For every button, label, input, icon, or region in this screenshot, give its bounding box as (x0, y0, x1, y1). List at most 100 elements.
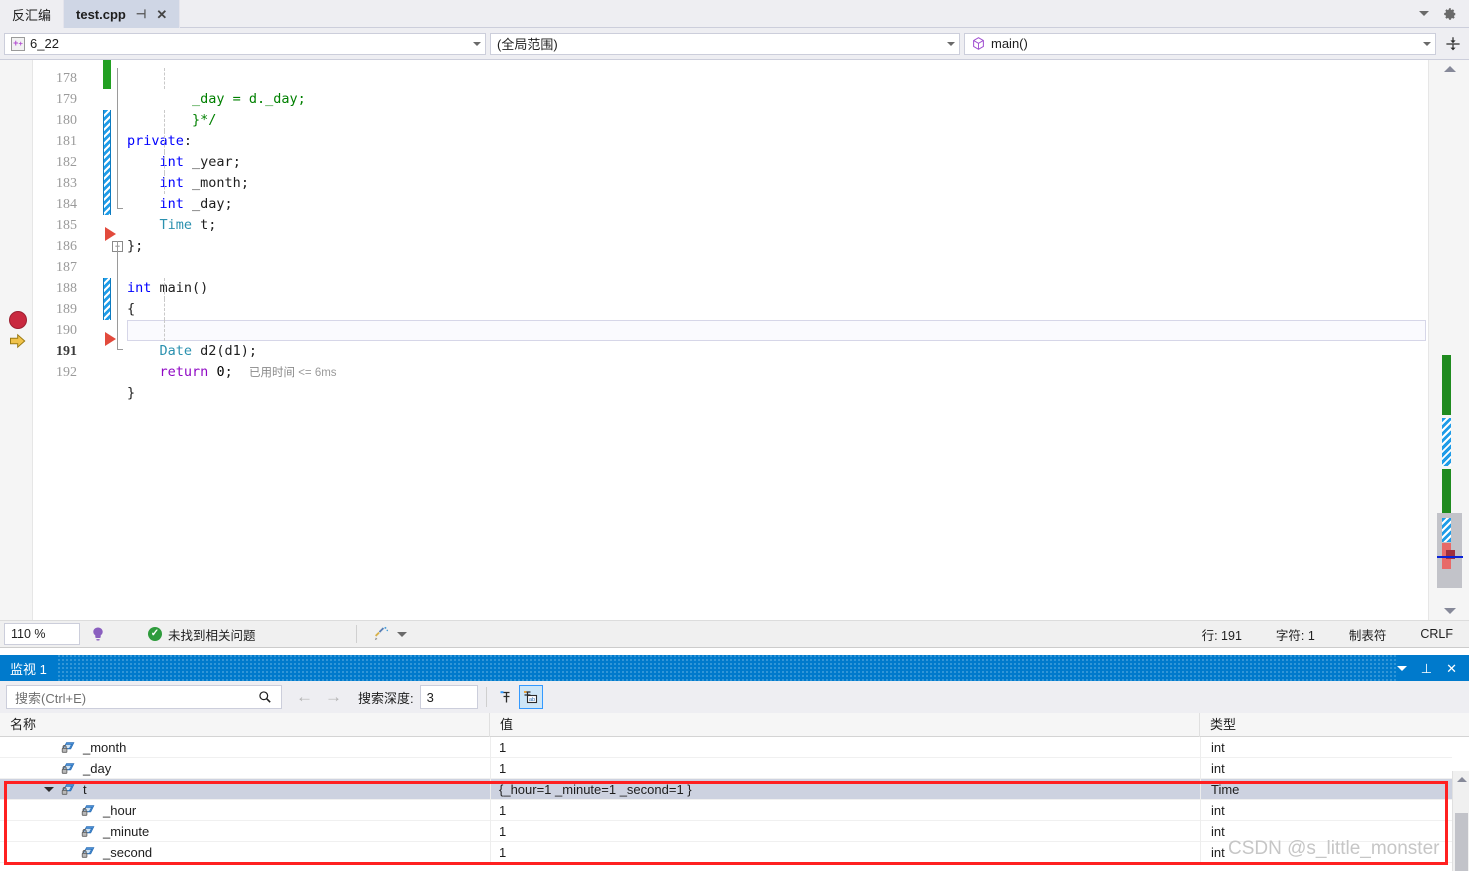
code-line[interactable]: 181 int _year; (33, 110, 1428, 170)
scope-selector-value: (全局范围) (497, 37, 558, 52)
issues-status[interactable]: ✓ 未找到相关问题 (148, 625, 256, 644)
code-line[interactable]: 188 { (33, 257, 1428, 317)
watch-vertical-scrollbar[interactable] (1452, 771, 1469, 871)
search-depth-label: 搜索深度: (358, 690, 414, 706)
table-row[interactable]: _day 1 int (0, 758, 1452, 779)
row-name-label: _minute (103, 824, 150, 839)
run-to-cursor-icon[interactable] (105, 332, 116, 346)
tab-disassembly[interactable]: 反汇编 (0, 0, 65, 28)
scrollbar-thumb[interactable] (1455, 813, 1468, 871)
chevron-down-icon[interactable] (947, 41, 955, 46)
code-line[interactable]: 189 Date d1; (33, 278, 1428, 338)
code-line[interactable]: 180 private: (33, 89, 1428, 149)
row-value-cell[interactable]: 1 (490, 821, 1200, 842)
row-name-cell[interactable]: _hour (0, 800, 490, 821)
scroll-up-button[interactable] (1429, 60, 1469, 78)
row-type-cell: Time (1200, 779, 1452, 800)
column-header-value[interactable]: 值 (490, 713, 1200, 737)
scroll-up-button[interactable] (1453, 771, 1469, 787)
code-line[interactable]: 182 int _month; (33, 131, 1428, 191)
pin-icon[interactable]: ⊥ (1421, 662, 1432, 675)
pin-toggle-icon[interactable] (495, 685, 519, 709)
code-text-area[interactable]: 178 _day = d._day; 179 }*/ 180 private: … (33, 60, 1428, 620)
outlining-bracket-foot (117, 349, 123, 350)
close-icon[interactable]: ✕ (1446, 662, 1457, 675)
table-row[interactable]: _second 1 int (0, 842, 1452, 863)
chevron-down-icon[interactable] (1423, 41, 1431, 46)
scope-selector[interactable]: (全局范围) (490, 32, 960, 55)
code-line[interactable]: 186 (33, 215, 1428, 254)
chevron-down-icon[interactable] (473, 41, 481, 46)
close-icon[interactable]: ✕ (156, 8, 167, 21)
private-field-icon (80, 802, 97, 819)
run-to-cursor-icon[interactable] (105, 227, 116, 241)
table-row[interactable]: _hour 1 int (0, 800, 1452, 821)
pin-icon[interactable]: ⊣ (136, 8, 146, 20)
scroll-down-button[interactable] (1429, 602, 1469, 620)
breakpoint-gutter[interactable] (0, 60, 33, 620)
row-name-cell[interactable]: _minute (0, 821, 490, 842)
code-line[interactable]: 179 }*/ (33, 68, 1428, 128)
change-bar-saved (103, 68, 111, 89)
tab-mode-label[interactable]: 制表符 (1349, 625, 1387, 644)
hexadecimal-display-icon[interactable]: ab (518, 685, 543, 709)
tab-test-cpp[interactable]: test.cpp ⊣ ✕ (64, 0, 181, 28)
change-bar-unsaved (103, 173, 111, 194)
chevron-down-icon[interactable] (1419, 11, 1429, 16)
row-value-cell[interactable]: 1 (490, 737, 1200, 758)
member-selector[interactable]: main() (964, 32, 1436, 55)
code-line[interactable]: 192 } (33, 341, 1428, 401)
row-name-cell[interactable]: _day (0, 758, 490, 779)
row-expander-icon[interactable] (44, 779, 54, 800)
code-line[interactable]: 183 int _day; (33, 152, 1428, 212)
outlining-bracket-foot (117, 208, 123, 209)
arrow-right-icon[interactable]: → (325, 687, 342, 707)
search-input[interactable]: 搜索(Ctrl+E) (6, 685, 282, 709)
column-header-name[interactable]: 名称 (0, 713, 490, 737)
row-value-cell[interactable]: 1 (490, 800, 1200, 821)
drag-handle[interactable] (56, 655, 1397, 681)
row-value-cell[interactable]: 1 (490, 842, 1200, 863)
editor-vertical-scrollbar[interactable] (1428, 60, 1469, 620)
code-line-current[interactable]: 191 return 0; 已用时间 <= 6ms (33, 320, 1428, 380)
editor-status-bar: 110 % ✓ 未找到相关问题 行: 191 字符: 1 制表符 CRLF (0, 620, 1469, 648)
intellicode-icon[interactable] (86, 622, 110, 646)
code-cleanup-icon[interactable] (369, 622, 393, 646)
row-value-cell[interactable]: 1 (490, 758, 1200, 779)
code-line[interactable]: 178 _day = d._day; (33, 60, 1428, 107)
watch-grid[interactable]: 名称 值 类型 _month 1 int _day 1 int t {_hour… (0, 713, 1469, 871)
table-row[interactable]: t {_hour=1 _minute=1 _second=1 } Time (0, 779, 1452, 800)
arrow-left-icon[interactable]: ← (296, 687, 313, 707)
code-line[interactable]: 187 int main() (33, 236, 1428, 296)
column-header-type[interactable]: 类型 (1200, 713, 1452, 737)
code-line[interactable]: 184 Time t; (33, 173, 1428, 233)
chevron-down-icon[interactable] (1396, 665, 1407, 671)
search-magnifier-icon[interactable] (258, 690, 272, 704)
gear-icon[interactable] (1443, 7, 1457, 21)
chevron-down-icon[interactable] (396, 631, 407, 637)
code-line[interactable]: 185 }; (33, 194, 1428, 254)
line-ending-label[interactable]: CRLF (1420, 627, 1453, 641)
row-name-cell[interactable]: t (0, 779, 490, 800)
watch-panel-title: 监视 1 (10, 661, 47, 677)
watch-panel-header[interactable]: 监视 1 ⊥ ✕ (0, 655, 1469, 681)
table-row[interactable]: _minute 1 int (0, 821, 1452, 842)
project-selector[interactable]: + + 6_22 (4, 32, 486, 55)
row-name-cell[interactable]: _second (0, 842, 490, 863)
elapsed-time-annotation: 已用时间 <= 6ms (249, 367, 337, 379)
split-window-icon[interactable] (1442, 32, 1464, 56)
triangle-up-icon (1456, 776, 1467, 782)
watch-grid-rows[interactable]: _month 1 int _day 1 int t {_hour=1 _minu… (0, 737, 1452, 871)
row-value-cell[interactable]: {_hour=1 _minute=1 _second=1 } (490, 779, 1200, 800)
zoom-level-selector[interactable]: 110 % (4, 623, 80, 645)
row-name-cell[interactable]: _month (0, 737, 490, 758)
search-depth-value: 3 (426, 689, 434, 705)
change-bar-unsaved (103, 194, 111, 215)
code-editor[interactable]: 178 _day = d._day; 179 }*/ 180 private: … (0, 60, 1469, 620)
table-row[interactable]: _month 1 int (0, 737, 1452, 758)
tab-label: 反汇编 (12, 7, 52, 23)
code-line[interactable]: 190 Date d2(d1); (33, 299, 1428, 359)
search-depth-selector[interactable]: 3 (419, 685, 478, 709)
breakpoint-icon[interactable] (9, 311, 27, 329)
change-bar-unsaved (103, 131, 111, 152)
